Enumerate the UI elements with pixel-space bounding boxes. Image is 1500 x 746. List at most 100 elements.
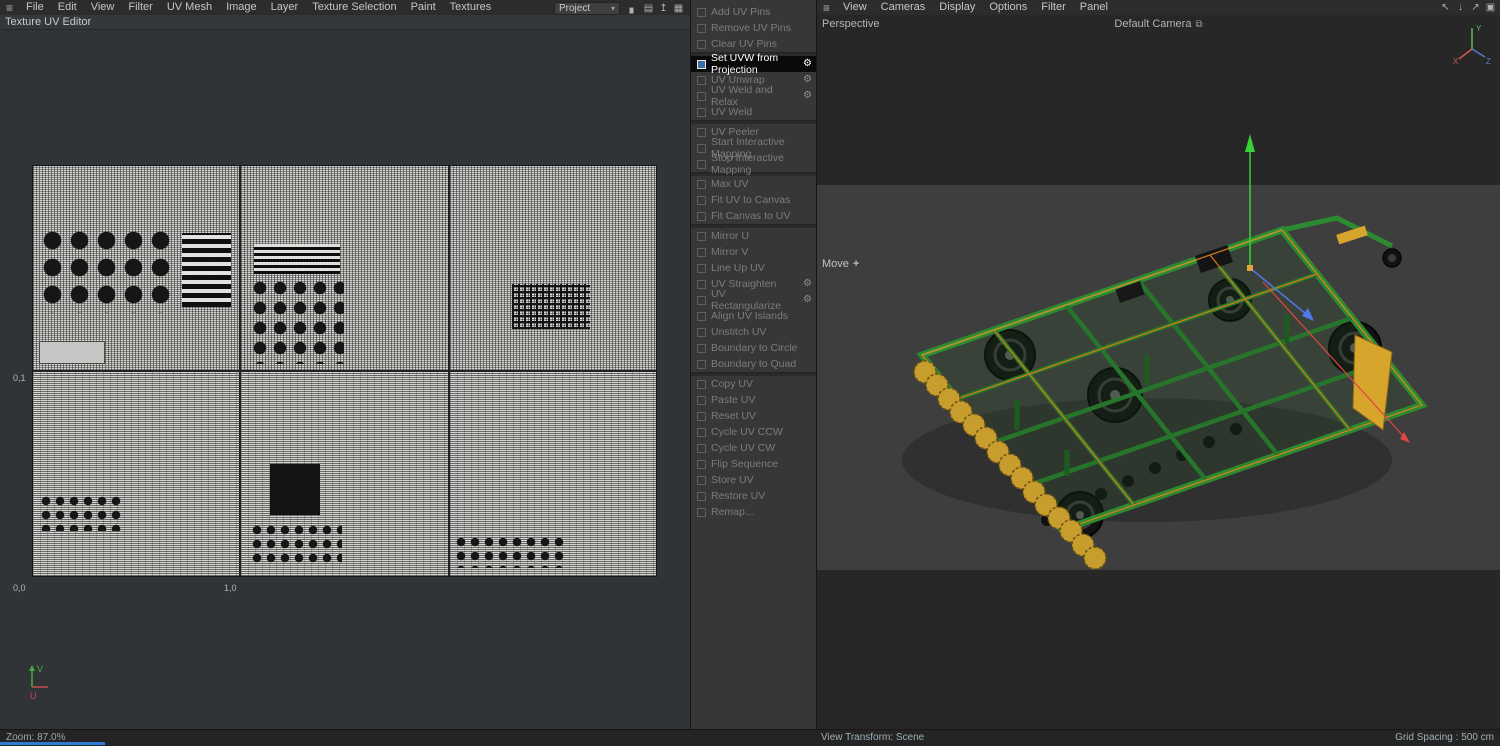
- uv-weld-icon: [697, 107, 706, 117]
- menu-item[interactable]: Paint: [404, 0, 443, 15]
- gear-icon[interactable]: [803, 279, 812, 289]
- uv-tile-6[interactable]: [449, 372, 656, 576]
- menubar-left-items: File Edit View Filter UV Mesh Image Layer Textu…: [19, 0, 498, 15]
- menu-item[interactable]: Filter: [121, 0, 159, 15]
- gear-icon[interactable]: [803, 59, 812, 69]
- command-group-transform: Mirror U Mirror V Line Up UV UV Straight…: [691, 228, 816, 372]
- uv-island-disc-cluster: [39, 227, 176, 313]
- render-lock-icon[interactable]: ▤: [641, 1, 656, 16]
- boundary-to-quad-icon: [697, 359, 706, 369]
- gear-icon[interactable]: [803, 295, 812, 305]
- command-item[interactable]: Fit Canvas to UV: [691, 208, 816, 224]
- project-dropdown[interactable]: Project ▾: [554, 2, 620, 15]
- flip-sequence-icon: [697, 459, 706, 469]
- panel-title-label: Texture UV Editor: [5, 16, 92, 28]
- main-menu-icon[interactable]: ≡: [0, 1, 19, 15]
- uv-island-block: [270, 463, 320, 515]
- menu-item[interactable]: Cameras: [874, 0, 933, 15]
- uv-tile-1[interactable]: [33, 166, 240, 370]
- fit-uv-to-canvas-icon: [697, 195, 706, 205]
- cycle-uv-cw-icon: [697, 443, 706, 453]
- pin-clear-icon: [697, 39, 706, 49]
- command-item[interactable]: Cycle UV CW: [691, 440, 816, 456]
- command-item[interactable]: Remove UV Pins: [691, 20, 816, 36]
- menu-item[interactable]: UV Mesh: [160, 0, 219, 15]
- toolbar-cluster: Project ▾ ▖ ▤ ↥ ▦: [554, 1, 686, 16]
- command-item[interactable]: Mirror U: [691, 228, 816, 244]
- command-item[interactable]: Paste UV: [691, 392, 816, 408]
- download-icon[interactable]: ↓: [1453, 0, 1468, 15]
- command-item[interactable]: Remap...: [691, 504, 816, 520]
- command-item[interactable]: Mirror V: [691, 244, 816, 260]
- reset-uv-icon: [697, 411, 706, 421]
- uv-tile-2[interactable]: [241, 166, 448, 370]
- command-item[interactable]: Clear UV Pins: [691, 36, 816, 52]
- viewport-statusbar: View Transform: Scene Grid Spacing : 500…: [817, 729, 1500, 746]
- uv-coordinate-label: 0,1: [13, 373, 26, 383]
- uvw-projection-icon: [697, 59, 706, 69]
- menu-item[interactable]: Panel: [1073, 0, 1115, 15]
- camera-label[interactable]: Default Camera ⧉: [1114, 18, 1202, 30]
- fit-canvas-to-uv-icon: [697, 211, 706, 221]
- menu-item[interactable]: Textures: [443, 0, 499, 15]
- menu-item[interactable]: Layer: [264, 0, 306, 15]
- remap-icon: [697, 507, 706, 517]
- uv-island-disc-cluster: [39, 494, 122, 532]
- command-group-pins: Add UV Pins Remove UV Pins Clear UV Pins: [691, 4, 816, 52]
- gear-icon[interactable]: [803, 75, 812, 85]
- command-group-projection: Set UVW from Projection UV Unwrap UV Wel…: [691, 52, 816, 120]
- 3d-viewport[interactable]: Perspective Default Camera ⧉ Move + Y X …: [817, 15, 1500, 729]
- uv-tile-4[interactable]: [33, 372, 240, 576]
- palette-icon[interactable]: ▦: [671, 1, 686, 16]
- command-item[interactable]: Boundary to Quad: [691, 356, 816, 372]
- store-uv-icon: [697, 475, 706, 485]
- command-item[interactable]: Cycle UV CCW: [691, 424, 816, 440]
- command-item[interactable]: Boundary to Circle: [691, 340, 816, 356]
- command-item[interactable]: Fit UV to Canvas: [691, 192, 816, 208]
- upload-icon[interactable]: ↥: [656, 1, 671, 16]
- command-item[interactable]: Set UVW from Projection: [691, 52, 816, 76]
- pin-add-icon: [697, 7, 706, 17]
- world-axis-gizmo: Y X Z: [1453, 24, 1491, 65]
- menu-item[interactable]: View: [836, 0, 874, 15]
- command-item[interactable]: Copy UV: [691, 376, 816, 392]
- command-item[interactable]: UV Rectangularize: [691, 288, 816, 312]
- gear-icon[interactable]: [803, 91, 812, 101]
- command-item[interactable]: UV Weld and Relax: [691, 84, 816, 108]
- menu-item[interactable]: Image: [219, 0, 264, 15]
- cycle-uv-ccw-icon: [697, 427, 706, 437]
- command-item[interactable]: Flip Sequence: [691, 456, 816, 472]
- menu-item[interactable]: Filter: [1034, 0, 1072, 15]
- uv-tile-5[interactable]: [241, 372, 448, 576]
- uv-tile-3[interactable]: [449, 166, 656, 370]
- layout-icon[interactable]: ▣: [1483, 0, 1498, 15]
- command-item[interactable]: Restore UV: [691, 488, 816, 504]
- uv-peeler-icon: [697, 127, 706, 137]
- external-window-icon[interactable]: ↗: [1468, 0, 1483, 15]
- menu-item[interactable]: Edit: [51, 0, 84, 15]
- command-item[interactable]: Stop Interactive Mapping: [691, 152, 816, 176]
- uv-canvas[interactable]: 0,1 0,0 1,0 V U: [0, 30, 690, 729]
- command-item[interactable]: Reset UV: [691, 408, 816, 424]
- command-item[interactable]: Add UV Pins: [691, 4, 816, 20]
- menu-item[interactable]: Display: [932, 0, 982, 15]
- pointer-icon[interactable]: ↖: [1438, 0, 1453, 15]
- x-axis-label: X: [1453, 57, 1459, 65]
- menu-item[interactable]: File: [19, 0, 51, 15]
- menu-item[interactable]: Texture Selection: [305, 0, 403, 15]
- command-item[interactable]: Max UV: [691, 176, 816, 192]
- menu-item[interactable]: Options: [982, 0, 1034, 15]
- viewport-menu-icon[interactable]: ≡: [817, 1, 836, 15]
- uv-editor-statusbar: Zoom: 87.0%: [0, 729, 817, 746]
- uv-tile-grid: [32, 165, 657, 577]
- command-item[interactable]: Store UV: [691, 472, 816, 488]
- menu-item[interactable]: View: [84, 0, 122, 15]
- paste-uv-icon: [697, 395, 706, 405]
- move-gizmo-center[interactable]: [1247, 265, 1253, 271]
- command-item[interactable]: Unstitch UV: [691, 324, 816, 340]
- view-mode-label[interactable]: Perspective: [822, 18, 879, 30]
- camera-link-icon[interactable]: ⧉: [1195, 19, 1202, 30]
- chart-icon[interactable]: ▖: [626, 1, 641, 16]
- panel-title: Texture UV Editor: [0, 15, 690, 30]
- command-item[interactable]: Line Up UV: [691, 260, 816, 276]
